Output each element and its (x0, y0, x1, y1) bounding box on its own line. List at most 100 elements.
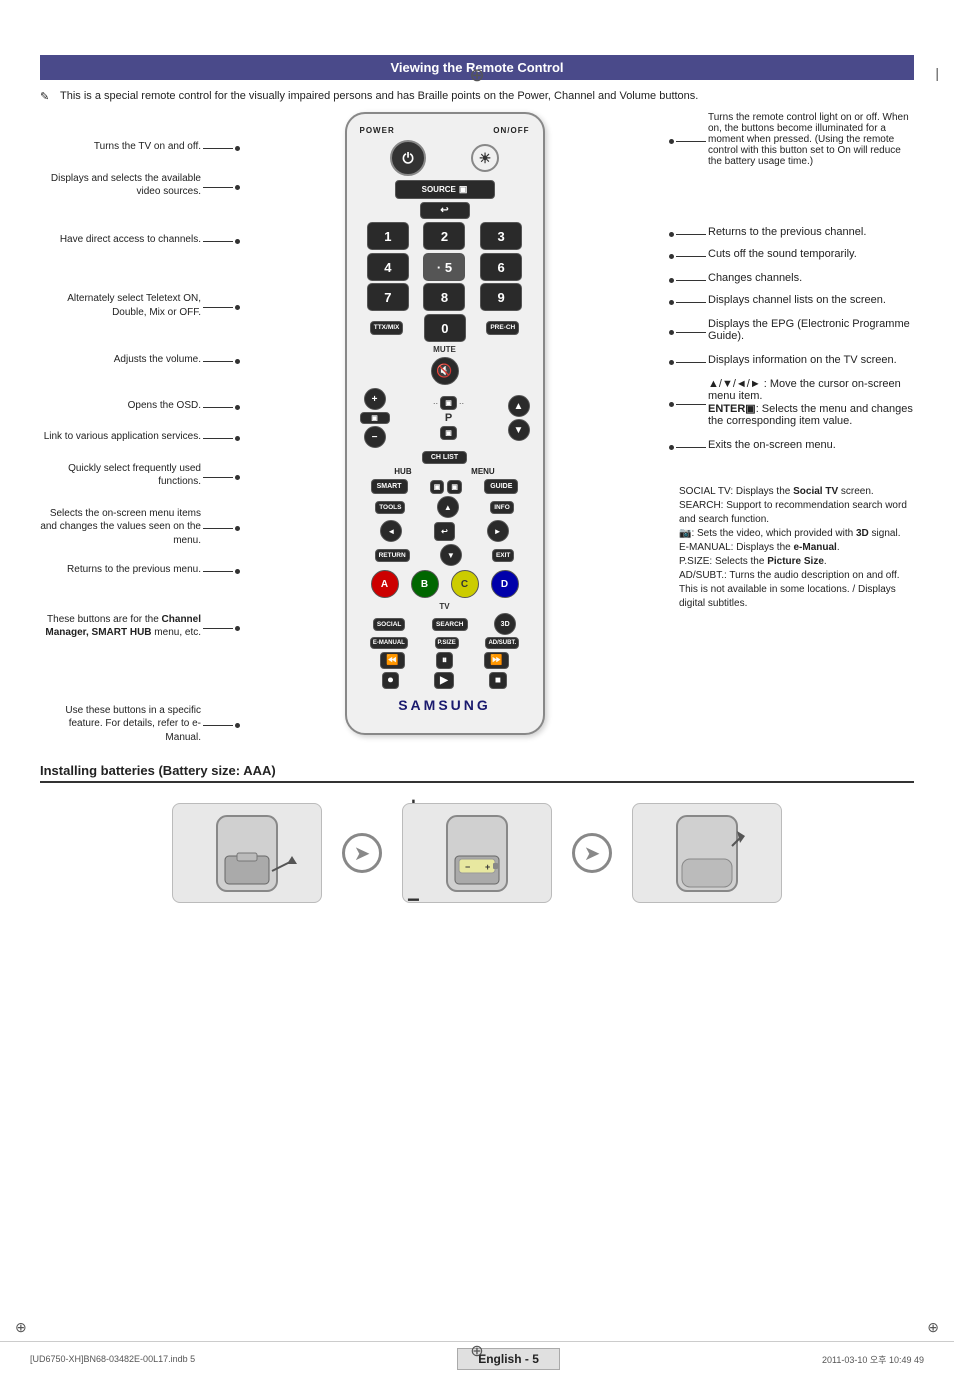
prech-button[interactable]: PRE-CH (486, 321, 519, 335)
btn-c[interactable]: C (451, 570, 479, 598)
enter-button[interactable]: ↩ (434, 522, 455, 541)
left-labels-column: Turns the TV on and off. Displays and se… (40, 112, 245, 748)
btn-b[interactable]: B (411, 570, 439, 598)
rlabel-exit-item: Exits the on-screen menu. (669, 439, 914, 455)
label-power-item: Turns the TV on and off. (40, 140, 240, 158)
ttx-button[interactable]: TTX/MIX (370, 321, 404, 335)
guide-button[interactable]: GUIDE (484, 479, 518, 494)
rlabel-guide-item: Displays the EPG (Electronic Programme G… (669, 318, 914, 346)
rlabel-onoff-item: Turns the remote control light on or off… (669, 112, 914, 171)
label-return-item: Returns to the previous menu. (40, 563, 240, 581)
btn-7[interactable]: 7 (367, 283, 409, 311)
battery-img-2: − + (402, 803, 552, 903)
exit-button[interactable]: EXIT (492, 549, 514, 562)
btn-6[interactable]: 6 (480, 253, 522, 281)
smart-icon2[interactable]: ▣ (447, 480, 462, 494)
rlabel-chlist: Displays channel lists on the screen. (708, 294, 886, 306)
label-feature-item: Use these buttons in a specific feature.… (40, 704, 240, 749)
smart-icon1[interactable]: ▣ (430, 480, 445, 494)
emanual-button[interactable]: E-MANUAL (370, 637, 408, 649)
label-return: Returns to the previous menu. (67, 563, 201, 577)
onoff-button[interactable]: ☀ (471, 144, 499, 172)
label-source: Displays and selects the available video… (40, 172, 201, 199)
power-label: POWER (360, 126, 395, 135)
battery-svg-1 (187, 811, 307, 896)
mute-label: MUTE (355, 345, 535, 354)
note-content: This is a special remote control for the… (60, 90, 698, 102)
rlabel-ch-item: Changes channels. (669, 272, 914, 288)
label-ttx-item: Alternately select Teletext ON, Double, … (40, 292, 240, 323)
btn-3[interactable]: 3 (480, 222, 522, 250)
social-button[interactable]: SOCIAL (373, 618, 406, 631)
ch-down-button[interactable]: ▼ (508, 419, 530, 441)
footer-right: 2011-03-10 오후 10:49 49 (822, 1353, 924, 1366)
btn-8[interactable]: 8 (423, 283, 465, 311)
play-button[interactable]: ▶ (434, 672, 454, 689)
rlabel-info-item: Displays information on the TV screen. (669, 354, 914, 370)
p-display: ▣ (440, 426, 457, 440)
ch-up-button[interactable]: ▲ (508, 395, 530, 417)
samsung-logo: SAMSUNG (355, 697, 535, 713)
vol-up-button[interactable]: + (364, 388, 386, 410)
bottom-left-mark: ⊕ (15, 1319, 27, 1336)
return-button[interactable]: RETURN (375, 549, 410, 562)
center-display: ▣ (440, 396, 457, 410)
btn-d[interactable]: D (491, 570, 519, 598)
btn-0[interactable]: 0 (424, 314, 466, 342)
rlabel-social-item: SOCIAL TV: Displays the Social TV screen… (669, 485, 914, 611)
btn-a[interactable]: A (371, 570, 399, 598)
label-source-item: Displays and selects the available video… (40, 172, 240, 203)
rlabel-nav: ▲/▼/◄/► : Move the cursor on-screen menu… (708, 378, 914, 427)
battery-images: ➤ + − + − ➤ (40, 793, 914, 913)
stop-button[interactable]: ■ (489, 672, 507, 689)
btn-9[interactable]: 9 (480, 283, 522, 311)
source-button[interactable]: SOURCE ▣ (395, 180, 495, 199)
rewind-button[interactable]: ⏪ (380, 652, 404, 669)
svg-text:+: + (485, 862, 490, 872)
btn-2[interactable]: 2 (423, 222, 465, 250)
rlabel-chlist-item: Displays channel lists on the screen. (669, 294, 914, 310)
nav-right-button[interactable]: ► (487, 520, 509, 542)
arrow-2: ➤ (572, 833, 612, 873)
power-button[interactable]: ⏻ (390, 140, 426, 176)
svg-text:−: − (465, 862, 470, 872)
label-power: Turns the TV on and off. (94, 140, 201, 154)
label-feature: Use these buttons in a specific feature.… (40, 704, 201, 745)
btn-4[interactable]: 4 (367, 253, 409, 281)
chlist-button[interactable]: CH LIST (422, 451, 467, 464)
vol-down-button[interactable]: − (364, 426, 386, 448)
label-color: These buttons are for the Channel Manage… (40, 613, 201, 640)
psize-button[interactable]: P.SIZE (435, 637, 459, 649)
tools-button[interactable]: TOOLS (375, 501, 405, 514)
info-button[interactable]: INFO (490, 501, 514, 514)
label-vol-item: Adjusts the volume. (40, 353, 240, 371)
label-ttx: Alternately select Teletext ON, Double, … (40, 292, 201, 319)
hub-label: HUB (394, 467, 411, 476)
p-label: P (445, 412, 452, 424)
label-smart: Link to various application services. (44, 430, 201, 444)
ff-button[interactable]: ⏩ (484, 652, 508, 669)
btn-5[interactable]: · 5 (423, 253, 465, 281)
back-button[interactable]: ↩ (420, 202, 470, 219)
pause-button[interactable]: ⏸ (436, 652, 453, 669)
smart-button[interactable]: SMART (371, 479, 408, 494)
label-tools: Quickly select frequently used functions… (40, 462, 201, 489)
nav-up-button[interactable]: ▲ (437, 496, 459, 518)
rlabel-mute: Cuts off the sound temporarily. (708, 248, 857, 260)
search-button[interactable]: SEARCH (432, 618, 467, 631)
adsubt-button[interactable]: AD/SUBT. (485, 637, 519, 649)
rlabel-mute-item: Cuts off the sound temporarily. (669, 248, 914, 264)
battery-svg-3 (647, 811, 767, 896)
rlabel-prech-item: Returns to the previous channel. (669, 226, 914, 242)
rlabel-nav-item: ▲/▼/◄/► : Move the cursor on-screen menu… (669, 378, 914, 431)
label-menu-item: Selects the on-screen menu items and cha… (40, 507, 240, 552)
3d-button[interactable]: 3D (494, 613, 516, 635)
vol-display: ▣ (360, 412, 390, 424)
mute-button[interactable]: 🔇 (431, 357, 459, 385)
record-button[interactable]: ⏺ (382, 672, 399, 689)
top-right-line: | (935, 65, 939, 81)
onoff-label: ON/OFF (493, 126, 529, 135)
btn-1[interactable]: 1 (367, 222, 409, 250)
nav-left-button[interactable]: ◄ (380, 520, 402, 542)
nav-down-button[interactable]: ▼ (440, 544, 462, 566)
